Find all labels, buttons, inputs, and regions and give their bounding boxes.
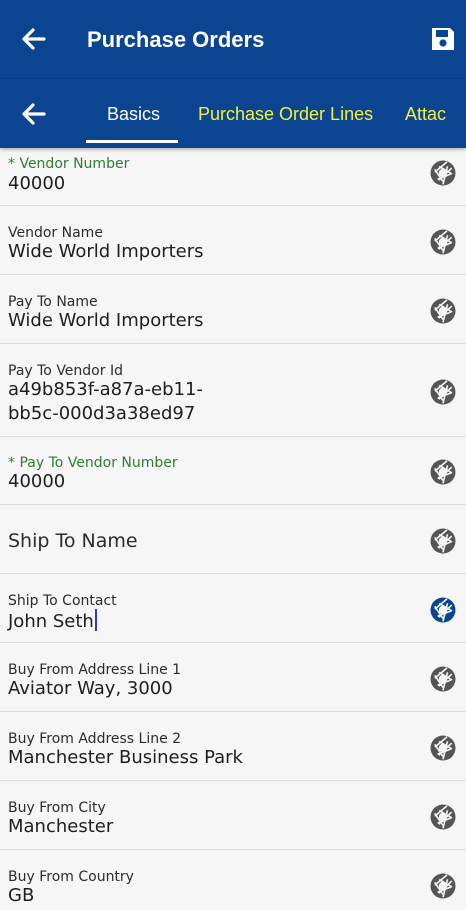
buy-from-address-line-1-value[interactable]: Aviator Way, 3000 <box>8 678 173 700</box>
ship-to-contact-field[interactable]: Ship To Contact John Seth <box>0 574 466 643</box>
vendor-name-field[interactable]: Vendor Name Wide World Importers <box>0 206 466 275</box>
vendor-name-value[interactable]: Wide World Importers <box>8 241 204 263</box>
ship-to-name-field[interactable]: Ship To Name <box>0 505 466 574</box>
page-title: Purchase Orders <box>87 27 265 52</box>
tab-basics[interactable]: Basics <box>107 103 160 125</box>
buy-from-city-field[interactable]: Buy From City Manchester <box>0 781 466 850</box>
pay-to-vendor-number-value[interactable]: 40000 <box>8 471 65 493</box>
camera-icon[interactable] <box>430 666 456 692</box>
ship-to-contact-input[interactable]: John Seth <box>8 609 97 633</box>
vendor-number-label: * Vendor Number <box>8 156 130 172</box>
camera-icon[interactable] <box>430 379 456 405</box>
active-tab-indicator <box>86 140 178 143</box>
buy-from-address-line-2-value[interactable]: Manchester Business Park <box>8 747 243 769</box>
buy-from-country-label: Buy From Country <box>8 869 134 885</box>
camera-icon-active[interactable] <box>430 597 456 623</box>
buy-from-country-value[interactable]: GB <box>8 885 34 907</box>
buy-from-city-value[interactable]: Manchester <box>8 816 113 838</box>
save-icon[interactable] <box>428 24 458 54</box>
pay-to-vendor-id-value-line2[interactable]: bb5c-000d3a38ed97 <box>8 403 195 425</box>
camera-icon[interactable] <box>430 873 456 899</box>
camera-icon[interactable] <box>430 804 456 830</box>
back-arrow-icon[interactable] <box>18 24 48 54</box>
tab-back-arrow-icon[interactable] <box>18 99 48 129</box>
tab-purchase-order-lines[interactable]: Purchase Order Lines <box>198 103 373 125</box>
tab-bar: Basics Purchase Order Lines Attac <box>0 78 466 148</box>
buy-from-address-line-2-label: Buy From Address Line 2 <box>8 731 182 747</box>
camera-icon[interactable] <box>430 528 456 554</box>
ship-to-name-placeholder[interactable]: Ship To Name <box>8 530 138 552</box>
buy-from-address-line-1-label: Buy From Address Line 1 <box>8 662 182 678</box>
pay-to-vendor-number-field[interactable]: * Pay To Vendor Number 40000 <box>0 437 466 505</box>
app-bar: Purchase Orders <box>0 0 466 78</box>
camera-icon[interactable] <box>430 229 456 255</box>
pay-to-vendor-id-field[interactable]: Pay To Vendor Id a49b853f-a87a-eb11- bb5… <box>0 344 466 437</box>
text-cursor <box>94 609 97 631</box>
pay-to-name-label: Pay To Name <box>8 294 98 310</box>
pay-to-vendor-id-label: Pay To Vendor Id <box>8 363 123 379</box>
ship-to-contact-label: Ship To Contact <box>8 593 117 609</box>
tab-attachments[interactable]: Attac <box>405 103 446 125</box>
pay-to-vendor-number-label: * Pay To Vendor Number <box>8 455 178 471</box>
pay-to-name-value[interactable]: Wide World Importers <box>8 310 204 332</box>
ship-to-contact-value: John Seth <box>8 611 94 632</box>
camera-icon[interactable] <box>430 459 456 485</box>
buy-from-address-line-2-field[interactable]: Buy From Address Line 2 Manchester Busin… <box>0 712 466 781</box>
buy-from-city-label: Buy From City <box>8 800 106 816</box>
vendor-name-label: Vendor Name <box>8 225 103 241</box>
buy-from-country-field[interactable]: Buy From Country GB <box>0 850 466 910</box>
buy-from-address-line-1-field[interactable]: Buy From Address Line 1 Aviator Way, 300… <box>0 643 466 712</box>
pay-to-name-field[interactable]: Pay To Name Wide World Importers <box>0 275 466 344</box>
camera-icon[interactable] <box>430 735 456 761</box>
camera-icon[interactable] <box>430 298 456 324</box>
pay-to-vendor-id-value-line1[interactable]: a49b853f-a87a-eb11- <box>8 379 203 401</box>
vendor-number-field[interactable]: * Vendor Number 40000 <box>0 148 466 206</box>
vendor-number-value[interactable]: 40000 <box>8 173 65 195</box>
camera-icon[interactable] <box>430 160 456 186</box>
